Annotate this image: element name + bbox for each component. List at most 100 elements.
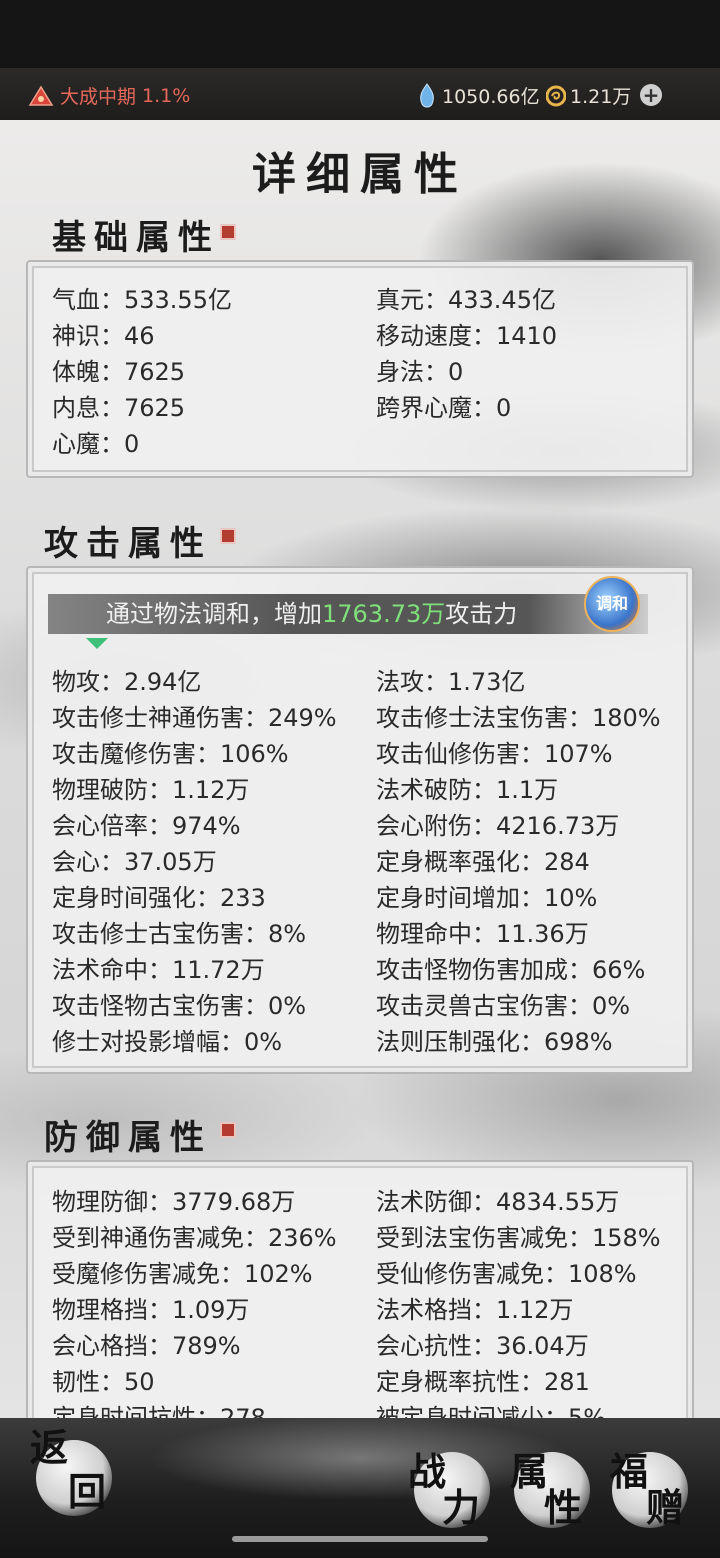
attr-row: 心魔：0 bbox=[52, 424, 682, 460]
attr-row-cell: 攻击怪物伤害加成：66% bbox=[376, 956, 646, 984]
blessing-label-2: 赠 bbox=[646, 1485, 685, 1530]
home-indicator[interactable] bbox=[232, 1536, 488, 1542]
attr-row: 会心倍率：974% 会心附伤：4216.73万 bbox=[52, 806, 682, 842]
attr-true-essence: 真元：433.45亿 bbox=[376, 286, 556, 314]
attr-row-cell: 定身时间增加：10% bbox=[376, 884, 598, 912]
attr-physique: 体魄：7625 bbox=[52, 358, 186, 386]
attr-row: 物理格挡：1.09万 法术格挡：1.12万 bbox=[52, 1290, 682, 1326]
basic-grid: 气血：533.55亿 真元：433.45亿 神识：46 移动速度：1410 体魄：7… bbox=[52, 280, 682, 460]
attr-row-cell: 定身时间抗性：278 bbox=[52, 1404, 266, 1420]
gold-amount: 1.21万 bbox=[570, 86, 632, 108]
attr-row: 会心：37.05万 定身概率强化：284 bbox=[52, 842, 682, 878]
attr-row: 会心格挡：789% 会心抗性：36.04万 bbox=[52, 1326, 682, 1362]
attr-row: 物攻：2.94亿 法攻：1.73亿 bbox=[52, 662, 682, 698]
harmony-banner: 通过物法调和，增加1763.73万攻击力 bbox=[48, 594, 648, 634]
harmony-banner-prefix: 通过物法调和，增加 bbox=[106, 600, 322, 628]
back-label-2: 回 bbox=[68, 1469, 107, 1514]
spirit-stone-icon bbox=[420, 82, 434, 107]
attr-row-cell: 物理破防：1.12万 bbox=[52, 776, 250, 804]
attr-row-cell: 会心抗性：36.04万 bbox=[376, 1332, 589, 1360]
attack-section-title: 攻击属性 bbox=[44, 524, 212, 564]
gold-currency: 1.21万 bbox=[546, 82, 631, 109]
back-label-1: 返 bbox=[30, 1425, 69, 1470]
attr-row-cell: 定身时间强化：233 bbox=[52, 884, 266, 912]
seal-icon bbox=[220, 1122, 236, 1138]
expand-arrow-icon[interactable] bbox=[86, 638, 108, 649]
attr-row-cell: 物理防御：3779.68万 bbox=[52, 1188, 296, 1216]
attr-row-cell: 受到法宝伤害减免：158% bbox=[376, 1224, 661, 1252]
back-button[interactable]: 返 回 bbox=[20, 1424, 120, 1524]
attr-row-cell: 韧性：50 bbox=[52, 1368, 155, 1396]
attr-phys-attack: 物攻：2.94亿 bbox=[52, 668, 202, 696]
harmony-banner-value: 1763.73万 bbox=[322, 600, 446, 628]
basic-panel: 气血：533.55亿 真元：433.45亿 神识：46 移动速度：1410 体魄：7… bbox=[26, 260, 694, 478]
attr-row-cell: 会心：37.05万 bbox=[52, 848, 217, 876]
attr-row-cell: 会心格挡：789% bbox=[52, 1332, 241, 1360]
realm-progress: 1.1% bbox=[142, 84, 191, 107]
seal-icon bbox=[220, 224, 236, 240]
attr-row: 内息：7625 跨界心魔：0 bbox=[52, 388, 682, 424]
attr-row-cell: 被定身时间减少：5% bbox=[376, 1404, 607, 1420]
spirit-stone-amount: 1050.66亿 bbox=[442, 86, 540, 108]
attr-row: 气血：533.55亿 真元：433.45亿 bbox=[52, 280, 682, 316]
gold-coin-icon bbox=[546, 85, 566, 106]
attr-row-cell: 攻击修士法宝伤害：180% bbox=[376, 704, 661, 732]
attack-panel: 通过物法调和，增加1763.73万攻击力 调和 物攻：2.94亿 法攻：1.73亿… bbox=[26, 566, 694, 1074]
attr-row-cell: 攻击灵兽古宝伤害：0% bbox=[376, 992, 631, 1020]
spirit-stone-currency: 1050.66亿 bbox=[418, 82, 540, 109]
attr-row: 定身时间强化：233 定身时间增加：10% bbox=[52, 878, 682, 914]
attr-row: 攻击魔修伤害：106% 攻击仙修伤害：107% bbox=[52, 734, 682, 770]
attr-row: 定身时间抗性：278 被定身时间减少：5% bbox=[52, 1398, 682, 1420]
attr-move-speed: 移动速度：1410 bbox=[376, 322, 558, 350]
defense-panel: 物理防御：3779.68万 法术防御：4834.55万 受到神通伤害减免：236%… bbox=[26, 1160, 694, 1420]
attack-grid: 物攻：2.94亿 法攻：1.73亿 攻击修士神通伤害：249% 攻击修士法宝伤害：1… bbox=[52, 662, 682, 1058]
attr-row: 攻击怪物古宝伤害：0% 攻击灵兽古宝伤害：0% bbox=[52, 986, 682, 1022]
attribute-page: 详细属性 基础属性 气血：533.55亿 真元：433.45亿 神识：46 移动速度… bbox=[0, 120, 720, 1420]
attr-row-cell: 会心倍率：974% bbox=[52, 812, 241, 840]
attr-row-cell: 物理命中：11.36万 bbox=[376, 920, 589, 948]
attr-row-cell: 受仙修伤害减免：108% bbox=[376, 1260, 637, 1288]
add-currency-button[interactable]: + bbox=[640, 84, 662, 106]
attr-row: 体魄：7625 身法：0 bbox=[52, 352, 682, 388]
attr-row: 修士对投影增幅：0% 法则压制强化：698% bbox=[52, 1022, 682, 1058]
realm-name: 大成中期 bbox=[60, 86, 137, 108]
page-title: 详细属性 bbox=[252, 149, 468, 200]
attr-hp: 气血：533.55亿 bbox=[52, 286, 232, 314]
attr-agility: 身法：0 bbox=[376, 358, 464, 386]
attr-row-cell: 攻击修士神通伤害：249% bbox=[52, 704, 337, 732]
attr-magic-attack: 法攻：1.73亿 bbox=[376, 668, 526, 696]
realm-indicator: 大成中期 1.1% bbox=[28, 82, 190, 109]
attr-row-cell: 法则压制强化：698% bbox=[376, 1028, 613, 1056]
attr-row-cell: 法术破防：1.1万 bbox=[376, 776, 559, 804]
attr-row: 物理防御：3779.68万 法术防御：4834.55万 bbox=[52, 1182, 682, 1218]
attr-row-cell: 会心附伤：4216.73万 bbox=[376, 812, 620, 840]
attr-row-cell: 修士对投影增幅：0% bbox=[52, 1028, 283, 1056]
attr-row-cell: 攻击修士古宝伤害：8% bbox=[52, 920, 307, 948]
blessing-gift-button[interactable]: 福 赠 bbox=[606, 1444, 706, 1544]
status-bar: 大成中期 1.1% 1050.66亿 1.21万 bbox=[0, 68, 720, 120]
attr-row-cell: 受魔修伤害减免：102% bbox=[52, 1260, 313, 1288]
attr-row-cell: 攻击怪物古宝伤害：0% bbox=[52, 992, 307, 1020]
attr-row-cell: 法术命中：11.72万 bbox=[52, 956, 265, 984]
attr-row: 韧性：50 定身概率抗性：281 bbox=[52, 1362, 682, 1398]
seal-icon bbox=[220, 528, 236, 544]
basic-section-title: 基础属性 bbox=[52, 218, 220, 258]
harmony-button[interactable]: 调和 bbox=[584, 576, 640, 632]
defense-section-title: 防御属性 bbox=[44, 1118, 212, 1158]
attr-inner-breath: 内息：7625 bbox=[52, 394, 186, 422]
attr-row-cell: 物理格挡：1.09万 bbox=[52, 1296, 250, 1324]
realm-icon bbox=[28, 85, 54, 106]
attr-divine-sense: 神识：46 bbox=[52, 322, 155, 350]
combat-power-button[interactable]: 战 力 bbox=[402, 1444, 502, 1544]
top-decor-band bbox=[0, 0, 720, 68]
attr-row: 法术命中：11.72万 攻击怪物伤害加成：66% bbox=[52, 950, 682, 986]
attr-row-cell: 受到神通伤害减免：236% bbox=[52, 1224, 337, 1252]
attr-row-cell: 定身概率强化：284 bbox=[376, 848, 590, 876]
attr-row-cell: 攻击魔修伤害：106% bbox=[52, 740, 289, 768]
attr-row-cell: 定身概率抗性：281 bbox=[376, 1368, 590, 1396]
attr-heart-demon: 心魔：0 bbox=[52, 430, 140, 458]
attributes-button[interactable]: 属 性 bbox=[504, 1444, 604, 1544]
attr-row: 攻击修士古宝伤害：8% 物理命中：11.36万 bbox=[52, 914, 682, 950]
attr-row: 物理破防：1.12万 法术破防：1.1万 bbox=[52, 770, 682, 806]
attr-row: 神识：46 移动速度：1410 bbox=[52, 316, 682, 352]
